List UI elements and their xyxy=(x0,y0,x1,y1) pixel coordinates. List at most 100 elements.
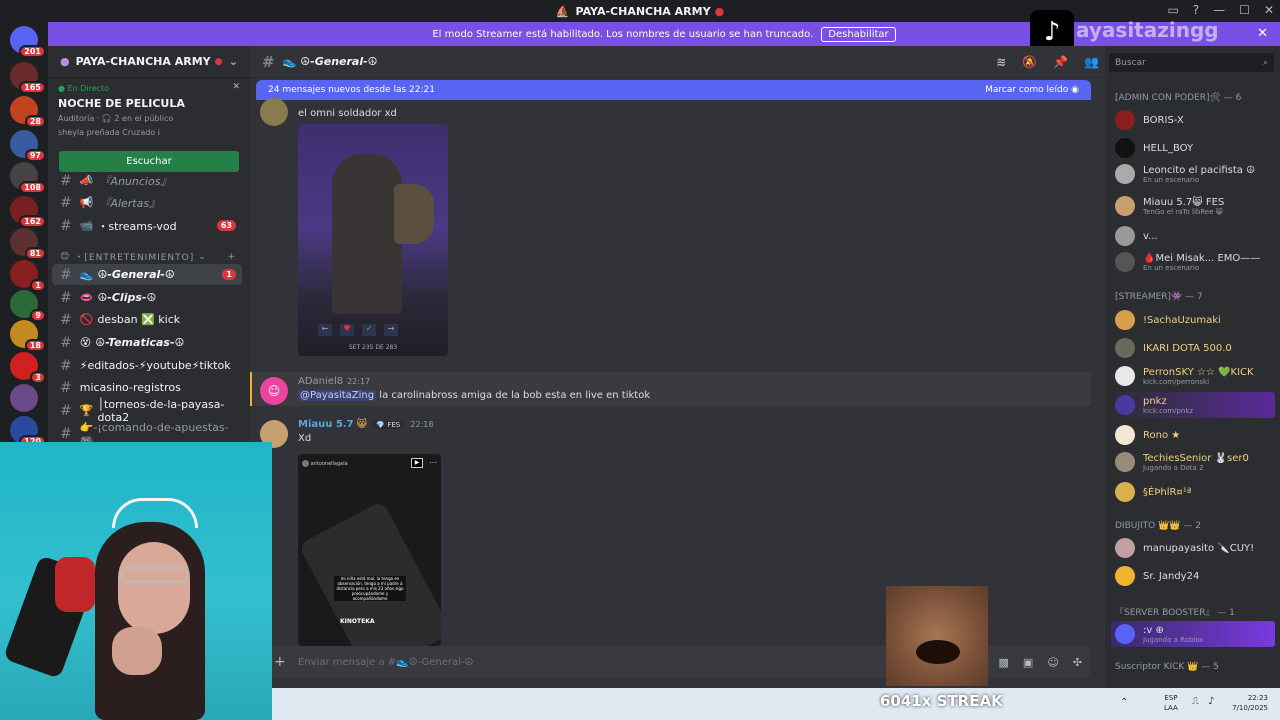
add-channel-icon[interactable]: + xyxy=(227,252,236,262)
channel-comando-apuestas[interactable]: # 👉-¡comando-de-apuestas-🎮... xyxy=(52,421,242,447)
channel-general[interactable]: # 👟 ☮-General-☮ 1 xyxy=(52,264,242,285)
member-item[interactable]: BORIS-X xyxy=(1115,110,1184,130)
channel-streams-vod[interactable]: # 📹 ・streams-vod 63 xyxy=(52,215,242,236)
channel-editados[interactable]: # ⚡editados-⚡youtube⚡tiktok xyxy=(52,355,242,376)
member-item[interactable]: 🩸Mei Misak... EMO—— En un escenario xyxy=(1115,252,1260,272)
member-item[interactable]: §ÉÞhlR¤¹ª xyxy=(1115,482,1192,502)
listen-button[interactable]: Escuchar xyxy=(59,151,239,172)
channel-anuncios[interactable]: # 📣 『Anuncios』 xyxy=(52,170,242,191)
member-item[interactable]: Leoncito el pacifista ☮ En un escenario xyxy=(1115,164,1255,184)
channel-torneos[interactable]: # 🏆 │torneos-de-la-payasa-dota2 xyxy=(52,398,242,424)
new-messages-bar[interactable]: 24 mensajes nuevos desde las 22:21 Marca… xyxy=(256,80,1091,100)
play-icon[interactable]: ▶ xyxy=(411,458,423,468)
channel-alertas[interactable]: # 📢 『Alertas』 xyxy=(52,192,242,213)
username[interactable]: ADaniel8 xyxy=(298,376,343,387)
member-item[interactable]: v... xyxy=(1115,226,1158,246)
cat-ears-shape xyxy=(112,498,198,528)
mask-icon: 😵 xyxy=(79,336,92,349)
mute-icon[interactable]: 🔕 xyxy=(1022,55,1037,69)
member-item[interactable]: Miauu 5.7😸 FES TenGo el raTo libRee 😸 xyxy=(1115,196,1224,216)
member-item[interactable]: Sr. Jandy24 xyxy=(1115,566,1199,586)
guild-icon[interactable]: 3 xyxy=(10,352,46,384)
avatar xyxy=(1115,310,1135,330)
member-item[interactable]: manupayasito 🔪CUY! xyxy=(1115,538,1254,558)
network-icon[interactable]: ⎍ xyxy=(1192,696,1199,707)
guild-icon[interactable]: 120 xyxy=(10,416,46,448)
add-attachment-icon[interactable]: + xyxy=(274,654,286,670)
channel-desban[interactable]: # 🚫 desban ❎ kick xyxy=(52,309,242,330)
hash-icon: # xyxy=(262,52,275,71)
member-item[interactable]: IKARI DOTA 500.0 xyxy=(1115,338,1232,358)
language-indicator[interactable]: ESP LAA xyxy=(1164,693,1178,713)
sticker-icon[interactable]: ▣ xyxy=(1023,656,1033,669)
guild-icon[interactable]: 108 xyxy=(10,162,46,194)
mention[interactable]: @PayasitaZing xyxy=(298,390,377,401)
face-shape xyxy=(118,542,190,634)
trophy-icon: 🏆 xyxy=(79,404,94,417)
search-input[interactable]: Buscar ⌕ xyxy=(1109,53,1274,72)
guild-icon[interactable]: 28 xyxy=(10,96,46,128)
member-group-title: DIBUJITO 👑👑 — 2 xyxy=(1115,521,1201,531)
chevron-down-icon[interactable]: ⌄ xyxy=(229,55,238,68)
server-header[interactable]: ● PAYA-CHANCHA ARMY ● ⌄ xyxy=(48,46,250,78)
username[interactable]: Miauu 5.7 xyxy=(298,419,354,430)
members-icon[interactable]: 👥 xyxy=(1084,55,1099,69)
member-item[interactable]: Rono ★ xyxy=(1115,425,1180,445)
channel-tematicas[interactable]: # 😵 ☮-Tematicas-☮ xyxy=(52,332,242,353)
window-title: PAYA-CHANCHA ARMY xyxy=(575,4,711,18)
alert-icon: 📢 xyxy=(79,196,94,209)
badge-icon: ● xyxy=(214,56,223,67)
guild-icon[interactable]: 165 xyxy=(10,62,46,94)
live-stage: ● En Directo NOCHE DE PELICULA Auditoría… xyxy=(58,82,240,137)
member-item[interactable]: pnkz kick.com/pnkz xyxy=(1115,395,1193,415)
maximize-button[interactable]: ☐ xyxy=(1239,3,1250,17)
meme-face-overlay xyxy=(886,586,988,686)
live-meta: Auditoría · 🎧 2 en el público xyxy=(58,114,174,123)
channel-sidebar: ● PAYA-CHANCHA ARMY ● ⌄ ● En Directo NOC… xyxy=(48,46,250,447)
video-embed[interactable]: antoonellagala ▶ ⋯ mi niña está mal, la … xyxy=(298,454,441,646)
guild-icon[interactable]: 1 xyxy=(10,260,46,292)
volume-icon[interactable]: ♪ xyxy=(1208,696,1214,707)
channel-micasino[interactable]: # micasino-registros xyxy=(52,377,242,398)
live-status: En Directo xyxy=(67,84,110,93)
no-entry-icon: 🚫 xyxy=(79,313,94,326)
disable-streamer-button[interactable]: Deshabilitar xyxy=(821,26,896,42)
guild-icon[interactable] xyxy=(10,384,38,412)
channel-header: # 👟 ☮-General-☮ ≋ 🔕 📌 👥 xyxy=(250,46,1105,78)
guild-icon[interactable]: 162 xyxy=(10,196,46,228)
member-item[interactable]: :v ⊕ Jugando a Roblox xyxy=(1115,624,1204,644)
discord-avatar[interactable]: ☺ xyxy=(260,377,288,405)
more-icon[interactable]: ⋯ xyxy=(429,458,437,467)
message-image[interactable]: ← ♥ ✓ → SET 235 DE 283 xyxy=(298,124,448,356)
member-item[interactable]: PerronSKY ☆☆ 💚KICK kick.com/perronski xyxy=(1115,366,1254,386)
chevron-up-icon[interactable]: ⌃ xyxy=(1120,697,1128,708)
search-icon: ⌕ xyxy=(1262,57,1268,68)
character-figure xyxy=(332,154,402,314)
threads-icon[interactable]: ≋ xyxy=(996,55,1006,69)
gif-icon[interactable]: ▩ xyxy=(999,656,1009,669)
avatar xyxy=(1115,624,1135,644)
apps-icon[interactable]: ✣ xyxy=(1073,656,1082,669)
live-user: sheyla preñada Cruzado i xyxy=(58,128,160,137)
guild-icon[interactable]: 97 xyxy=(10,130,46,162)
close-icon[interactable]: ✕ xyxy=(1257,26,1268,41)
clock[interactable]: 22:23 7/10/2025 xyxy=(1224,693,1268,713)
embed-header: antoonellagala xyxy=(302,460,348,467)
pin-icon[interactable]: 📌 xyxy=(1053,55,1068,69)
avatar xyxy=(1115,110,1135,130)
streak-text: 6041x STREAK xyxy=(880,692,1003,710)
avatar[interactable] xyxy=(260,98,288,126)
guild-icon[interactable]: 18 xyxy=(10,320,46,352)
emoji-icon[interactable]: ☺ xyxy=(1047,656,1058,669)
guild-icon[interactable]: 81 xyxy=(10,228,46,260)
member-item[interactable]: TechiesSenior 🐰ser0 Jugando a Dota 2 xyxy=(1115,452,1249,472)
channel-clips[interactable]: # 👄 ☮-Clips-☮ xyxy=(52,287,242,308)
member-item[interactable]: !SachaUzumaki xyxy=(1115,310,1221,330)
guild-icon[interactable]: 201 xyxy=(10,26,46,58)
close-button[interactable]: ✕ xyxy=(1264,3,1274,17)
live-dot-icon: ● xyxy=(58,84,68,93)
mark-read-button[interactable]: Marcar como leído ◉ xyxy=(985,85,1079,95)
guild-icon[interactable]: 9 xyxy=(10,290,46,322)
member-item[interactable]: HELL_BOY xyxy=(1115,138,1193,158)
close-icon[interactable]: ✕ xyxy=(232,82,240,92)
